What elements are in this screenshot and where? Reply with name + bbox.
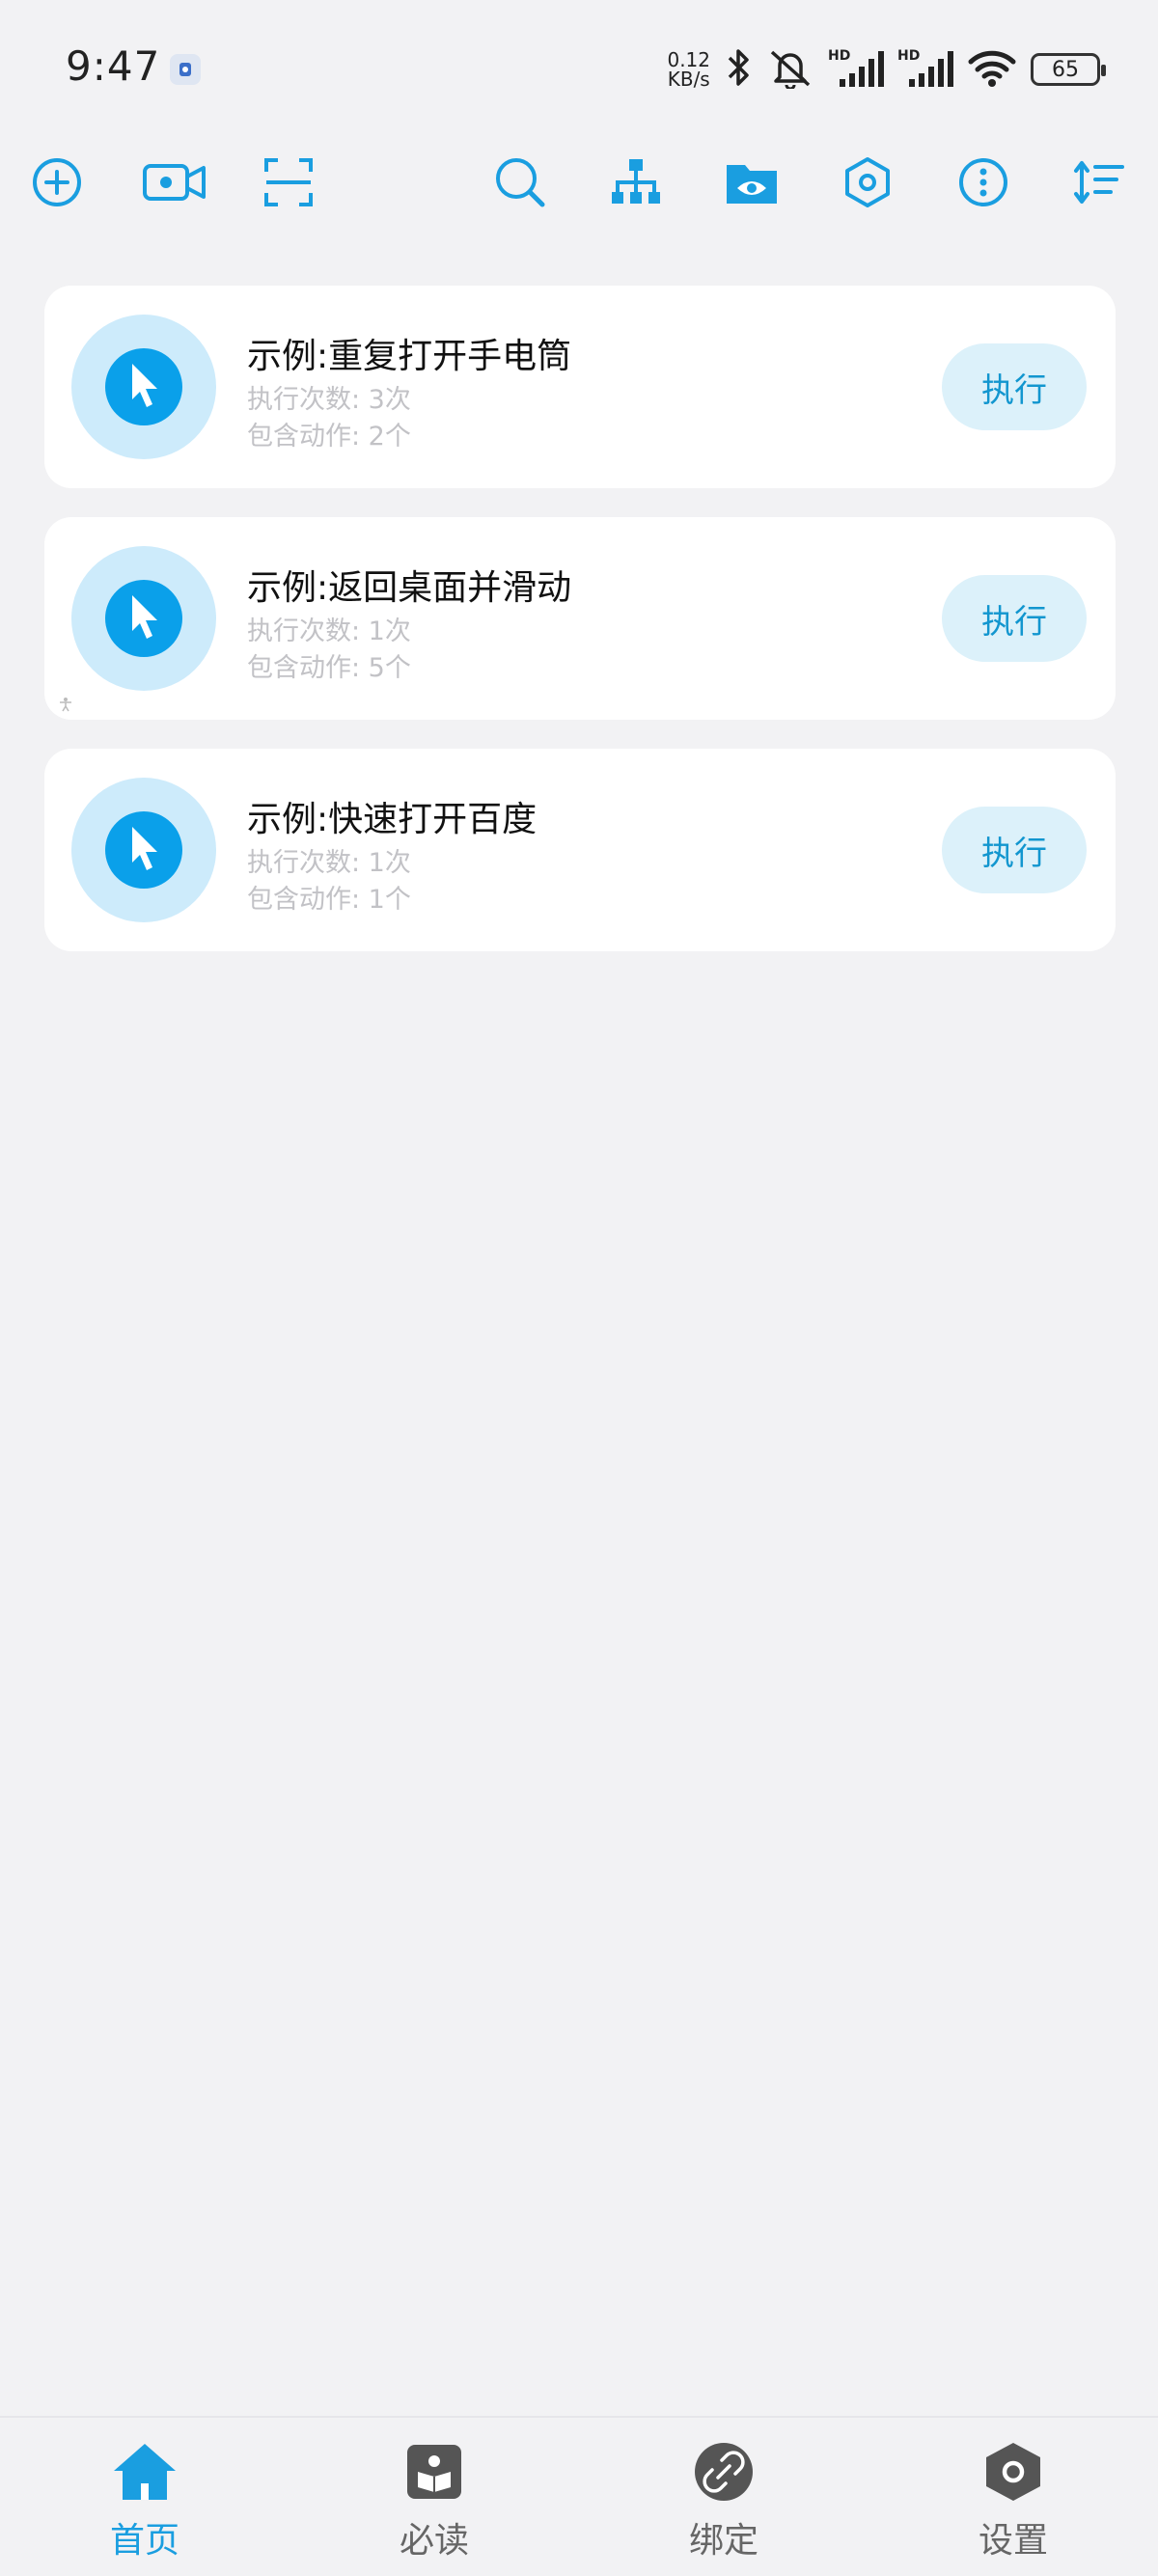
- link-icon: [689, 2437, 758, 2507]
- search-icon: [493, 155, 547, 213]
- wifi-icon: [967, 46, 1017, 93]
- accessibility-mark-icon: [58, 697, 73, 716]
- search-button[interactable]: [488, 152, 552, 216]
- bottom-navigation: 首页 必读 绑定 设置: [0, 2416, 1158, 2576]
- more-button[interactable]: [951, 152, 1015, 216]
- svg-text:HD: HD: [897, 48, 920, 64]
- task-action-count: 包含动作: 2个: [247, 422, 411, 452]
- svg-text:HD: HD: [828, 48, 850, 64]
- status-bar: 9:47 0.12 KB/s HD HD 65: [0, 0, 1158, 135]
- task-card[interactable]: 示例:返回桌面并滑动 执行次数: 1次 包含动作: 5个 执行: [44, 517, 1116, 720]
- execute-button[interactable]: 执行: [942, 807, 1087, 893]
- status-time: 9:47: [66, 42, 161, 90]
- nav-home[interactable]: 首页: [48, 2437, 241, 2562]
- nav-must-read[interactable]: 必读: [338, 2437, 531, 2562]
- sitemap-icon: [609, 155, 663, 213]
- video-record-icon: [142, 158, 207, 210]
- task-list: 示例:重复打开手电筒 执行次数: 3次 包含动作: 2个 执行 示例:返回桌面并…: [44, 286, 1116, 980]
- status-icons: 0.12 KB/s HD HD 65: [667, 42, 1106, 96]
- nav-settings[interactable]: 设置: [917, 2437, 1110, 2562]
- task-action-count: 包含动作: 5个: [247, 653, 411, 683]
- cursor-icon: [123, 589, 165, 647]
- network-speed: 0.12 KB/s: [667, 50, 710, 89]
- hexagon-settings-icon: [841, 155, 895, 213]
- add-button[interactable]: [25, 152, 89, 216]
- home-icon: [110, 2437, 179, 2507]
- bluetooth-icon: [724, 46, 753, 93]
- task-title: 示例:返回桌面并滑动: [247, 568, 572, 608]
- config-button[interactable]: [836, 152, 899, 216]
- task-action-count: 包含动作: 1个: [247, 885, 411, 915]
- execute-button[interactable]: 执行: [942, 343, 1087, 430]
- nav-home-label: 首页: [109, 2521, 179, 2561]
- task-card[interactable]: 示例:重复打开手电筒 执行次数: 3次 包含动作: 2个 执行: [44, 286, 1116, 488]
- notification-app-icon: [170, 54, 201, 85]
- task-title: 示例:重复打开手电筒: [247, 337, 572, 376]
- sort-icon: [1072, 155, 1126, 213]
- task-run-count: 执行次数: 1次: [247, 848, 411, 878]
- more-vertical-icon: [956, 155, 1010, 213]
- scan-button[interactable]: [257, 152, 320, 216]
- folder-eye-icon: [724, 157, 780, 211]
- task-avatar: [71, 315, 216, 459]
- battery-indicator: 65: [1031, 53, 1106, 86]
- book-icon: [400, 2437, 469, 2507]
- nav-must-read-label: 必读: [399, 2521, 469, 2561]
- nav-bind-label: 绑定: [688, 2521, 758, 2561]
- network-speed-unit: KB/s: [667, 68, 710, 91]
- signal-hd-2-icon: HD: [897, 46, 953, 93]
- top-toolbar: [0, 145, 1158, 224]
- folder-view-button[interactable]: [720, 152, 784, 216]
- cursor-icon: [123, 358, 165, 416]
- nav-bind[interactable]: 绑定: [627, 2437, 820, 2562]
- structure-button[interactable]: [604, 152, 668, 216]
- task-card[interactable]: 示例:快速打开百度 执行次数: 1次 包含动作: 1个 执行: [44, 749, 1116, 951]
- scan-frame-icon: [262, 156, 315, 212]
- task-avatar: [71, 546, 216, 691]
- cursor-icon: [123, 821, 165, 879]
- task-title: 示例:快速打开百度: [247, 800, 538, 839]
- record-button[interactable]: [141, 152, 208, 216]
- sort-button[interactable]: [1067, 152, 1131, 216]
- task-run-count: 执行次数: 1次: [247, 617, 411, 646]
- nav-settings-label: 设置: [978, 2521, 1048, 2561]
- execute-button[interactable]: 执行: [942, 575, 1087, 662]
- battery-level: 65: [1052, 57, 1079, 82]
- network-speed-value: 0.12: [667, 48, 710, 71]
- task-avatar: [71, 778, 216, 922]
- add-circle-icon: [30, 155, 84, 213]
- task-run-count: 执行次数: 3次: [247, 385, 411, 415]
- signal-hd-1-icon: HD: [828, 46, 884, 93]
- settings-icon: [979, 2437, 1048, 2507]
- mute-icon: [766, 46, 814, 93]
